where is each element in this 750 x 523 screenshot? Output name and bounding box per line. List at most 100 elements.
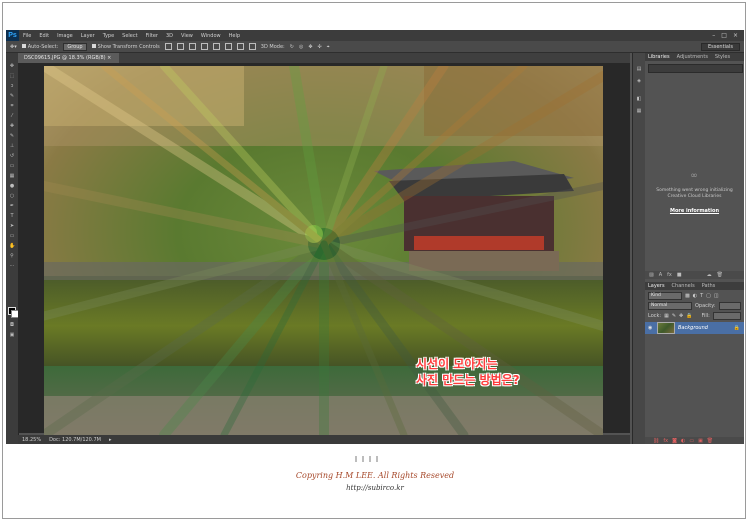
layer-kind-filter[interactable]: Kind [648, 292, 682, 300]
healing-icon[interactable]: ✚ [9, 124, 15, 129]
auto-select-dropdown[interactable]: Group [63, 42, 87, 51]
align-center-icon[interactable] [212, 43, 220, 50]
zoom-icon[interactable]: ⚲ [9, 254, 15, 259]
add-text-icon[interactable]: A [659, 272, 662, 278]
add-layer-style-icon[interactable]: fx [667, 272, 672, 278]
crop-icon[interactable]: ⌗ [9, 104, 15, 109]
new-group-icon[interactable]: ▭ [689, 438, 694, 444]
library-trash-icon[interactable]: 🗑 [717, 272, 723, 278]
menu-3d[interactable]: 3D [162, 33, 177, 39]
lock-position-icon[interactable]: ✥ [679, 313, 683, 319]
filter-adjust-icon[interactable]: ◐ [693, 293, 697, 299]
align-bottom-icon[interactable] [188, 43, 196, 50]
distribute-icon[interactable] [236, 43, 244, 50]
lasso-icon[interactable]: ↄ [9, 84, 15, 89]
shape-icon[interactable]: ▭ [9, 234, 15, 239]
add-style-icon[interactable]: fx [663, 438, 668, 444]
document-tab[interactable]: DSC09615.JPG @ 18.3% (RGB/8) × [18, 53, 120, 63]
status-arrow-icon[interactable]: ▸ [109, 437, 112, 443]
dodge-icon[interactable]: ○ [9, 194, 15, 199]
delete-layer-icon[interactable]: 🗑 [707, 438, 713, 444]
add-mask-icon[interactable]: ◙ [672, 438, 677, 444]
menu-layer[interactable]: Layer [77, 33, 99, 39]
blog-url[interactable]: http://subirco.kr [0, 484, 750, 492]
blur-icon[interactable]: ● [9, 184, 15, 189]
history-panel-icon[interactable]: ▤ [636, 67, 642, 72]
3d-slide-icon[interactable]: ✣ [318, 44, 322, 50]
zoom-level[interactable]: 18.25% [22, 437, 41, 443]
tab-libraries[interactable]: Libraries [648, 54, 670, 60]
tab-paths[interactable]: Paths [702, 283, 716, 289]
move-icon[interactable]: ✥ [9, 64, 15, 69]
stamp-icon[interactable]: ⊥ [9, 144, 15, 149]
filter-shape-icon[interactable]: ▢ [706, 293, 711, 299]
filter-smart-icon[interactable]: ◫ [714, 293, 719, 299]
color-panel-icon[interactable]: ◧ [636, 97, 642, 102]
swatches-panel-icon[interactable]: ▦ [636, 109, 642, 114]
menu-help[interactable]: Help [225, 33, 244, 39]
3d-rotate-icon[interactable]: ↻ [290, 44, 294, 50]
new-layer-icon[interactable]: ▣ [698, 438, 703, 444]
auto-select-option[interactable]: Auto-Select: [21, 44, 58, 50]
adjustment-layer-icon[interactable]: ◐ [681, 438, 685, 444]
tab-styles[interactable]: Styles [715, 54, 730, 60]
type-icon[interactable]: T [9, 214, 15, 219]
add-color-icon[interactable]: ■ [677, 272, 682, 278]
maximize-button[interactable]: □ [721, 32, 727, 39]
align-left-icon[interactable] [200, 43, 208, 50]
blend-mode-dropdown[interactable]: Normal [648, 302, 692, 310]
lock-paint-icon[interactable]: ✎ [672, 313, 676, 319]
3d-scale-icon[interactable]: ⌖ [327, 44, 330, 50]
auto-select-checkbox[interactable] [21, 44, 26, 48]
close-tab-icon[interactable]: × [107, 55, 111, 61]
pen-icon[interactable]: ✒ [9, 204, 15, 209]
menu-image[interactable]: Image [53, 33, 77, 39]
menu-type[interactable]: Type [99, 33, 118, 39]
show-transform-option[interactable]: Show Transform Controls [91, 44, 160, 50]
filter-type-icon[interactable]: T [700, 293, 703, 299]
screen-mode-icon[interactable]: ▣ [9, 333, 15, 338]
path-select-icon[interactable]: ➤ [9, 224, 15, 229]
menu-filter[interactable]: Filter [142, 33, 162, 39]
visibility-eye-icon[interactable]: ◉ [648, 325, 654, 331]
show-transform-checkbox[interactable] [91, 44, 96, 48]
tab-channels[interactable]: Channels [672, 283, 695, 289]
move-tool-icon[interactable]: ✥▾ [10, 44, 17, 50]
minimize-button[interactable]: – [712, 32, 715, 39]
properties-panel-icon[interactable]: ◈ [636, 79, 642, 84]
gradient-icon[interactable]: ▦ [9, 174, 15, 179]
quick-select-icon[interactable]: ✎ [9, 94, 15, 99]
lock-all-icon[interactable]: 🔒 [686, 313, 692, 319]
tab-layers[interactable]: Layers [648, 283, 665, 289]
workspace-dropdown[interactable]: Essentials [700, 42, 740, 51]
align-middle-icon[interactable] [176, 43, 184, 50]
more-information-link[interactable]: More information [649, 208, 740, 214]
opacity-field[interactable] [718, 302, 741, 310]
hand-icon[interactable]: ✋ [9, 244, 15, 249]
cloud-sync-icon[interactable]: ☁ [707, 272, 712, 278]
tab-adjustments[interactable]: Adjustments [677, 54, 708, 60]
menu-file[interactable]: File [19, 33, 35, 39]
add-graphic-icon[interactable]: ▨ [649, 272, 654, 278]
distribute-2-icon[interactable] [248, 43, 256, 50]
lock-pixels-icon[interactable]: ▦ [664, 313, 669, 319]
more-tools-icon[interactable]: ⋯ [9, 264, 15, 269]
align-right-icon[interactable] [224, 43, 232, 50]
history-brush-icon[interactable]: ↺ [9, 154, 15, 159]
close-button[interactable]: × [733, 32, 738, 39]
eraser-icon[interactable]: ▭ [9, 164, 15, 169]
align-top-icon[interactable] [164, 43, 172, 50]
filter-pixel-icon[interactable]: ▩ [685, 293, 690, 299]
menu-view[interactable]: View [177, 33, 197, 39]
3d-pan-icon[interactable]: ✥ [308, 44, 312, 50]
marquee-icon[interactable]: ⬚ [9, 74, 15, 79]
canvas-area[interactable]: 시선이 모아지는 사진 만드는 방법은? [18, 63, 630, 435]
library-selector[interactable] [648, 64, 743, 73]
menu-edit[interactable]: Edit [35, 33, 53, 39]
link-layers-icon[interactable]: ⛓ [653, 438, 659, 444]
menu-select[interactable]: Select [118, 33, 141, 39]
document-photo[interactable]: 시선이 모아지는 사진 만드는 방법은? [44, 66, 603, 435]
eyedropper-icon[interactable]: ⁄ [9, 114, 15, 119]
3d-roll-icon[interactable]: ◎ [299, 44, 303, 50]
brush-icon[interactable]: ✎ [9, 134, 15, 139]
